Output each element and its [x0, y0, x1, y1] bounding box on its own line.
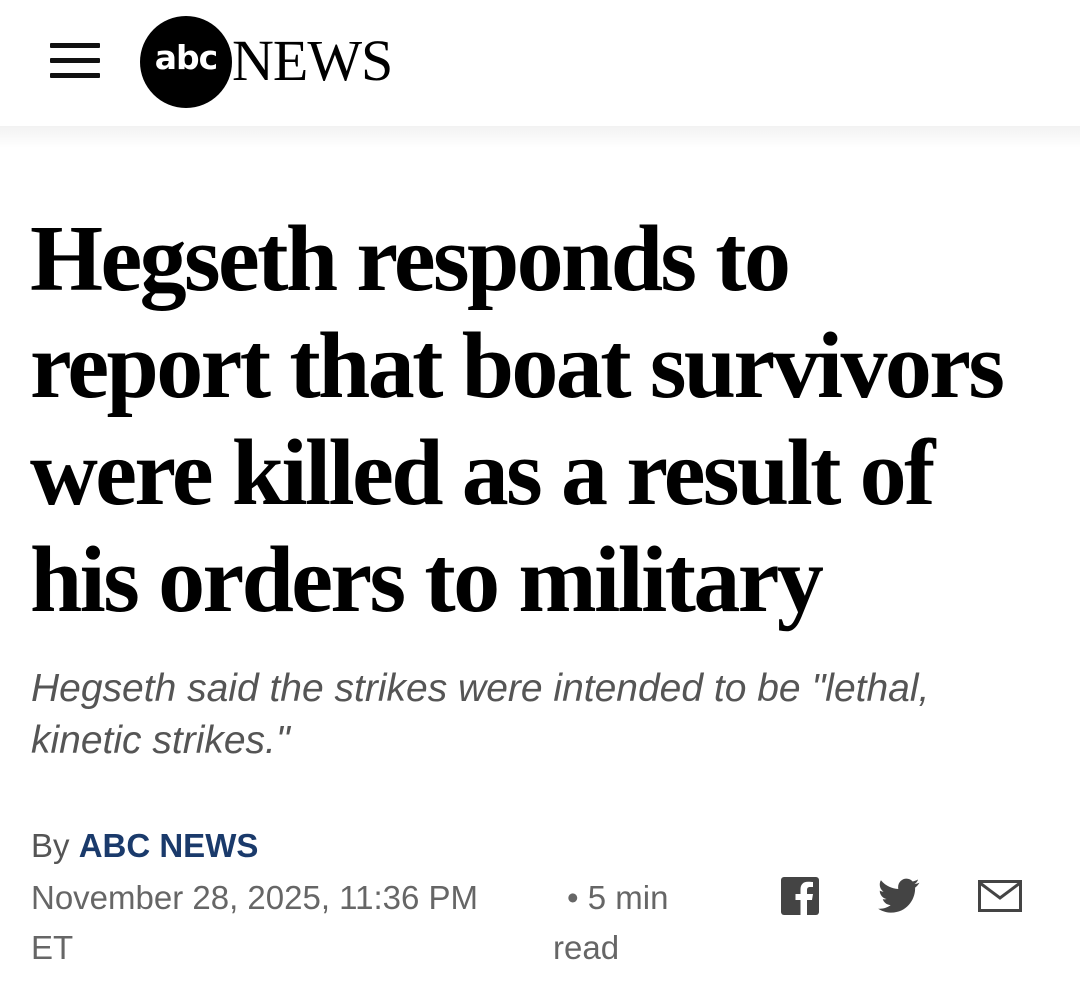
- facebook-icon: [781, 877, 819, 916]
- article-subheadline: Hegseth said the strikes were intended t…: [31, 663, 1061, 767]
- header-divider: [0, 126, 1080, 148]
- twitter-icon: [878, 878, 920, 913]
- site-header: abc NEWS: [0, 0, 1080, 126]
- article-headline: Hegseth responds to report that boat sur…: [30, 206, 1060, 634]
- headline-line: his orders to military: [30, 528, 824, 632]
- abc-news-logo[interactable]: abc NEWS: [140, 16, 410, 108]
- read-time-line: • 5 min: [567, 879, 669, 916]
- share-twitter-button[interactable]: [878, 878, 920, 914]
- timestamp-line: ET: [31, 929, 74, 966]
- headline-line: Hegseth responds to: [30, 207, 791, 311]
- logo-abc-text: abc: [154, 38, 218, 77]
- timestamp-line: November 28, 2025, 11:36 PM: [31, 879, 478, 916]
- subhead-line: Hegseth said the strikes were intended t…: [31, 667, 930, 710]
- subhead-line: kinetic strikes.": [31, 719, 290, 762]
- logo-news-text: NEWS: [232, 28, 393, 93]
- byline-prefix: By: [31, 827, 70, 864]
- email-icon: [978, 880, 1022, 912]
- share-email-button[interactable]: [978, 880, 1022, 912]
- publish-timestamp: November 28, 2025, 11:36 PM ET: [31, 873, 531, 973]
- read-time-line: read: [553, 929, 620, 966]
- headline-line: were killed as a result of: [30, 421, 935, 525]
- author-link[interactable]: ABC NEWS: [79, 827, 259, 864]
- abc-logo-circle: abc: [140, 16, 232, 108]
- share-facebook-button[interactable]: [780, 876, 820, 916]
- read-time: • 5 min read: [553, 873, 703, 973]
- menu-button[interactable]: [48, 41, 102, 81]
- byline: By ABC NEWS: [31, 825, 258, 867]
- headline-line: report that boat survivors: [30, 314, 1005, 418]
